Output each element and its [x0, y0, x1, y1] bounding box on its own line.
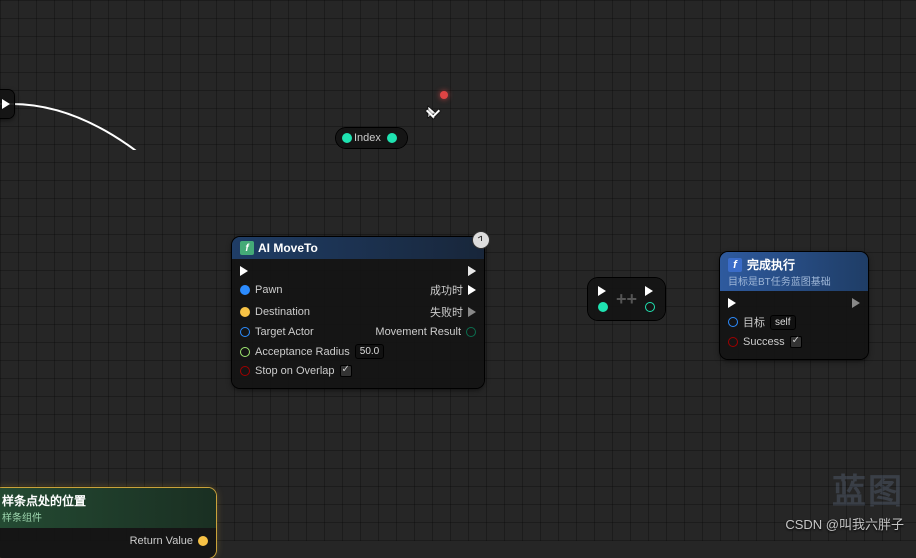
pin-target-actor[interactable]: Target Actor	[240, 326, 314, 338]
pin-success[interactable]: Success	[728, 336, 802, 348]
reroute-label: Index	[354, 132, 381, 144]
pin-stop-on-overlap[interactable]: Stop on Overlap	[240, 365, 352, 377]
reroute-in-pin[interactable]	[342, 133, 352, 143]
pin-destination[interactable]: Destination	[240, 306, 310, 318]
pin-on-success[interactable]: 成功时	[430, 282, 476, 298]
csdn-watermark: CSDN @叫我六胖子	[785, 514, 904, 533]
breakpoint-badge	[440, 91, 448, 99]
node-title: AI MoveTo	[258, 241, 318, 255]
node-subtitle: 目标是BT任务蓝图基础	[728, 273, 831, 288]
latent-clock-icon	[472, 231, 490, 249]
exec-out-pin[interactable]	[2, 99, 10, 109]
node-title: 样条点处的位置	[2, 492, 86, 509]
reroute-node-index[interactable]: Index	[336, 128, 407, 148]
pin-movement-result[interactable]: Movement Result	[375, 326, 476, 338]
seq-exec-out[interactable]	[645, 286, 653, 296]
pin-pawn[interactable]: Pawn	[240, 284, 283, 296]
node-sequence-compact[interactable]: ++	[588, 278, 665, 320]
seq-exec-in[interactable]	[598, 286, 606, 296]
node-header[interactable]: f AI MoveTo	[232, 237, 484, 259]
node-header[interactable]: f 完成执行 目标是BT任务蓝图基础	[720, 252, 868, 291]
node-spline-location[interactable]: 样条点处的位置 样条组件 Return Value	[0, 488, 216, 558]
exec-out-pin[interactable]	[852, 298, 860, 308]
seq-data-out[interactable]	[645, 302, 655, 312]
node-title: 完成执行	[747, 256, 795, 273]
function-node-icon: f	[240, 241, 254, 255]
pin-on-fail[interactable]: 失败时	[430, 304, 476, 320]
pin-target[interactable]: 目标 self	[728, 314, 796, 330]
node-ai-moveto[interactable]: f AI MoveTo Pawn 成功时 Destination	[232, 237, 484, 388]
node-header[interactable]: 样条点处的位置 样条组件	[0, 488, 216, 528]
stop-on-overlap-checkbox[interactable]	[340, 365, 352, 377]
seq-data-in[interactable]	[598, 302, 608, 312]
pin-return-value[interactable]: Return Value	[130, 535, 208, 547]
pin-acceptance-radius[interactable]: Acceptance Radius 50.0	[240, 344, 384, 359]
function-node-icon: f	[728, 258, 742, 272]
success-checkbox[interactable]	[790, 336, 802, 348]
bg-watermark-text: 蓝图	[832, 464, 904, 513]
node-finish-execute[interactable]: f 完成执行 目标是BT任务蓝图基础 目标 self Success	[720, 252, 868, 359]
exec-in-pin[interactable]	[728, 298, 736, 308]
exec-in-pin[interactable]	[240, 266, 248, 276]
increment-icon: ++	[616, 289, 637, 310]
node-subtitle: 样条组件	[2, 509, 42, 524]
exec-out-pin[interactable]	[468, 266, 476, 276]
reroute-out-pin[interactable]	[387, 133, 397, 143]
partial-node-exec-stub[interactable]	[0, 90, 14, 118]
target-self-field[interactable]: self	[770, 315, 796, 330]
acceptance-radius-input[interactable]: 50.0	[355, 344, 384, 359]
